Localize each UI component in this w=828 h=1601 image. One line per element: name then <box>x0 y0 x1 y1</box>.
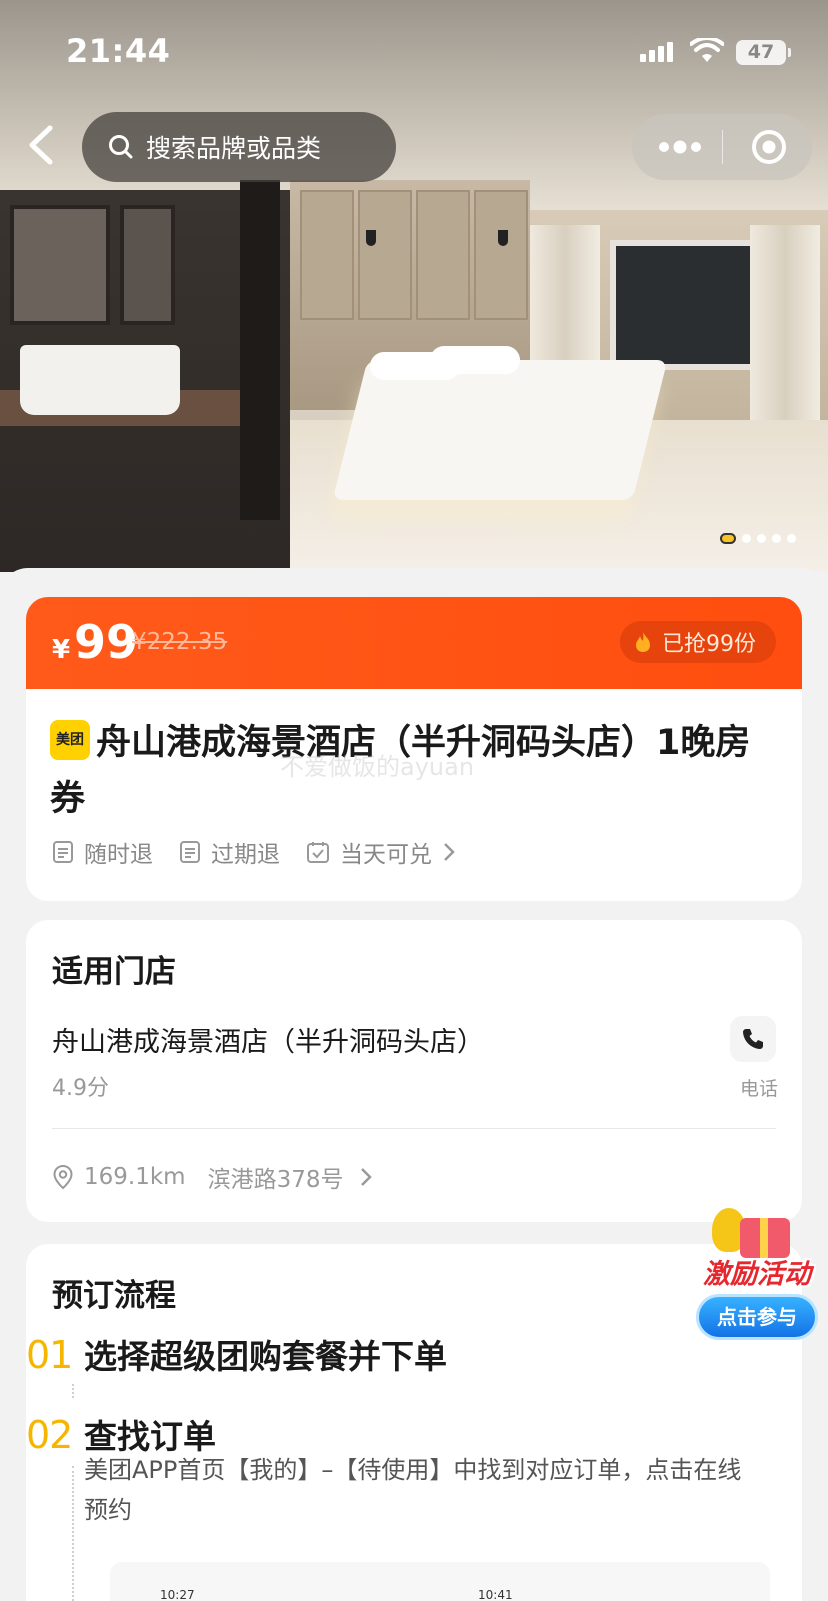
calendar-check-icon <box>307 842 329 863</box>
deal-card: ¥ 99 ¥222.35 已抢99份 美团 舟山港成海景酒店（半升洞码头店）1晚房… <box>26 597 802 901</box>
photo-wall-panel <box>300 190 354 320</box>
search-bar[interactable]: 搜索品牌或品类 <box>82 112 396 182</box>
carousel-dot <box>787 534 796 543</box>
store-distance: 169.1km <box>84 1164 186 1190</box>
carousel-dot <box>772 534 781 543</box>
photo-wall-panel <box>358 190 412 320</box>
store-card: 适用门店 舟山港成海景酒店（半升洞码头店） 4.9分 电话 169.1km 滨港… <box>26 920 802 1222</box>
step-number: 02 <box>26 1413 73 1457</box>
search-icon <box>109 135 133 159</box>
tag-same-day: 当天可兑 <box>306 835 466 869</box>
join-promo-button[interactable]: 点击参与 <box>696 1294 818 1340</box>
photo-mirror <box>120 205 175 325</box>
deal-price: 99 <box>74 615 139 669</box>
photo-pendant-lamp <box>498 230 508 246</box>
phone-button[interactable] <box>730 1016 776 1062</box>
tag-label: 随时退 <box>84 842 153 868</box>
flow-section-title: 预订流程 <box>52 1278 176 1314</box>
photo-wall-panel <box>416 190 470 320</box>
sold-count-badge: 已抢99份 <box>620 621 776 663</box>
status-time: 21:44 <box>66 32 171 70</box>
step-connector <box>72 1384 74 1398</box>
meituan-badge: 美团 <box>50 720 90 760</box>
step-connector <box>72 1466 74 1601</box>
original-price: ¥222.35 <box>132 629 228 655</box>
carousel-dot-active <box>720 533 736 544</box>
store-name[interactable]: 舟山港成海景酒店（半升洞码头店） <box>52 1020 484 1059</box>
chevron-right-icon <box>444 843 455 861</box>
store-address: 滨港路378号 <box>207 1167 344 1193</box>
photo-mirror <box>10 205 110 325</box>
step-number: 01 <box>26 1333 73 1377</box>
price-banner: ¥ 99 ¥222.35 已抢99份 <box>26 597 802 689</box>
phone-icon <box>743 1029 763 1049</box>
incentive-activity-widget[interactable]: 激励活动 点击参与 <box>692 1208 822 1340</box>
thumbnail-time: 10:41 <box>478 1588 513 1601</box>
cellular-signal-icon <box>640 42 673 62</box>
divider <box>52 1128 776 1129</box>
currency-symbol: ¥ <box>52 635 71 665</box>
battery-indicator: 47 <box>736 40 786 65</box>
store-rating: 4.9分 <box>52 1076 109 1101</box>
wifi-icon <box>690 38 724 62</box>
capsule-divider <box>722 130 723 164</box>
miniprogram-capsule <box>632 114 812 180</box>
watermark: 不爱做饭的ayuan <box>280 753 475 781</box>
document-icon <box>180 841 200 863</box>
step-title: 选择超级团购套餐并下单 <box>84 1337 447 1376</box>
status-bar: 21:44 47 <box>0 0 828 100</box>
tag-label: 过期退 <box>211 842 280 868</box>
phone-label[interactable]: 电话 <box>740 1074 778 1101</box>
carousel-dot <box>742 534 751 543</box>
battery-tip <box>788 48 791 57</box>
photo-pillow <box>430 346 520 374</box>
step-description: 美团APP首页【我的】–【待使用】中找到对应订单，点击在线预约 <box>84 1456 742 1524</box>
thumbnail-time: 10:27 <box>160 1588 195 1601</box>
photo-pendant-lamp <box>366 230 376 246</box>
document-icon <box>53 841 73 863</box>
back-arrow-icon[interactable] <box>20 122 60 168</box>
tutorial-screenshots <box>110 1562 770 1601</box>
more-options-icon[interactable] <box>656 140 704 154</box>
policy-tags[interactable]: 随时退 过期退 当天可兑 <box>52 835 492 869</box>
photo-pillar <box>240 180 280 520</box>
flow-step-1: 01 选择超级团购套餐并下单 <box>26 1330 447 1378</box>
fire-icon <box>636 632 650 652</box>
location-pin-icon <box>53 1164 73 1190</box>
photo-window <box>610 240 760 370</box>
tag-label: 当天可兑 <box>340 842 432 868</box>
carousel-indicator <box>720 533 796 544</box>
store-address-row[interactable]: 169.1km 滨港路378号 <box>52 1160 373 1194</box>
sold-count-text: 已抢99份 <box>662 632 756 657</box>
promo-title: 激励活动 <box>703 1259 811 1290</box>
search-placeholder: 搜索品牌或品类 <box>146 134 322 163</box>
photo-sink <box>20 345 180 415</box>
tag-refund-anytime: 随时退 <box>52 835 153 869</box>
photo-wall-panel <box>474 190 528 320</box>
carousel-dot <box>757 534 766 543</box>
chevron-right-icon <box>361 1168 373 1186</box>
tag-refund-expired: 过期退 <box>179 835 280 869</box>
close-miniprogram-icon[interactable] <box>750 128 788 166</box>
photo-bed <box>332 360 668 500</box>
store-section-title: 适用门店 <box>52 954 176 990</box>
